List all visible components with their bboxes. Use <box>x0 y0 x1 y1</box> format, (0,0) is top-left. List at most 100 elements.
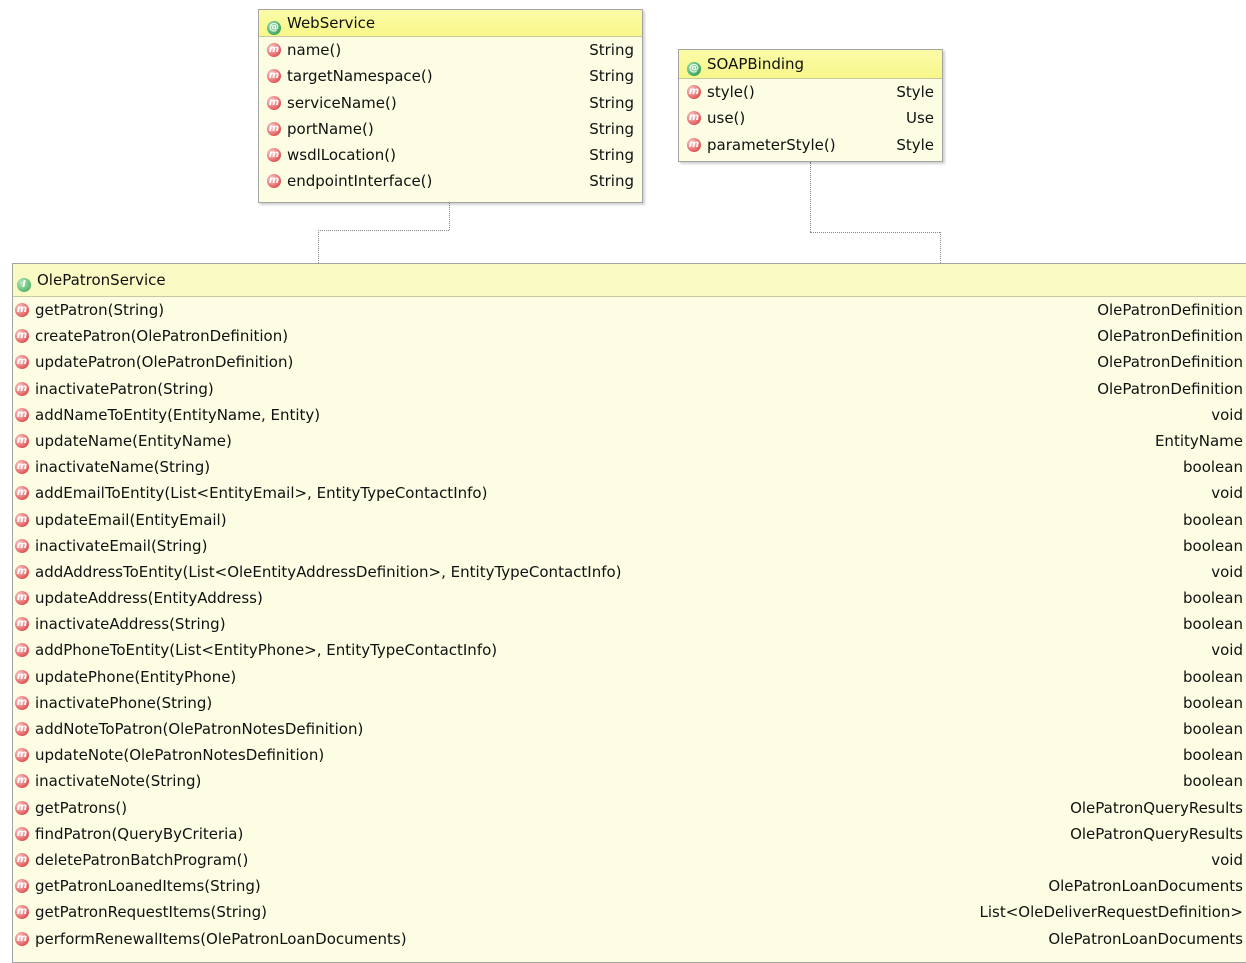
method-return-type: boolean <box>1183 667 1243 686</box>
olepatronservice-interface-box[interactable]: I OlePatronService m getPatron(String) OleP… <box>12 263 1246 963</box>
method-return-type: boolean <box>1183 458 1243 477</box>
method-row[interactable]: m inactivateEmail(String) boolean <box>13 533 1246 559</box>
method-row[interactable]: m serviceName() String <box>259 90 642 116</box>
method-row[interactable]: m parameterStyle() Style <box>679 132 942 158</box>
method-return-type: boolean <box>1183 693 1243 712</box>
method-row[interactable]: m addPhoneToEntity(List<EntityPhone>, Ent… <box>13 637 1246 663</box>
method-icon: m <box>15 643 29 658</box>
method-row[interactable]: m updatePatron(OlePatronDefinition) OlePat… <box>13 349 1246 375</box>
method-name: getPatronLoanedItems(String) <box>35 877 261 896</box>
soapbinding-methods: m style() Style m use() Use m parameterStyle() S… <box>679 79 942 158</box>
method-name: addAddressToEntity(List<OleEntityAddress… <box>35 562 622 581</box>
method-icon: m <box>267 95 281 110</box>
method-return-type: void <box>1211 850 1243 869</box>
method-row[interactable]: m inactivatePhone(String) boolean <box>13 690 1246 716</box>
method-row[interactable]: m findPatron(QueryByCriteria) OlePatronQue… <box>13 821 1246 847</box>
method-row[interactable]: m addNameToEntity(EntityName, Entity) void <box>13 402 1246 428</box>
method-row[interactable]: m updatePhone(EntityPhone) boolean <box>13 664 1246 690</box>
method-row[interactable]: m getPatrons() OlePatronQueryResults <box>13 795 1246 821</box>
connector-webservice-v2 <box>318 230 319 263</box>
method-name: updateAddress(EntityAddress) <box>35 589 263 608</box>
method-icon: m <box>15 433 29 448</box>
method-row[interactable]: m endpointInterface() String <box>259 168 642 194</box>
method-icon: m <box>15 931 29 946</box>
method-row[interactable]: m addNoteToPatron(OlePatronNotesDefinitio… <box>13 716 1246 742</box>
method-icon: m <box>15 591 29 606</box>
connector-soapbinding-h <box>810 232 940 233</box>
method-icon: m <box>267 174 281 189</box>
olepatronservice-header: I OlePatronService <box>13 264 1246 297</box>
soapbinding-annotation-box[interactable]: @ SOAPBinding m style() Style m use() Use m para… <box>678 49 943 162</box>
method-row[interactable]: m createPatron(OlePatronDefinition) OlePat… <box>13 323 1246 349</box>
connector-webservice-v1 <box>449 203 450 230</box>
olepatronservice-methods: m getPatron(String) OlePatronDefinition m cr… <box>13 297 1246 952</box>
method-icon: m <box>15 564 29 579</box>
method-row[interactable]: m portName() String <box>259 116 642 142</box>
method-return-type: boolean <box>1183 615 1243 634</box>
method-row[interactable]: m getPatronRequestItems(String) List<OleDe… <box>13 899 1246 925</box>
method-name: name() <box>287 41 342 59</box>
method-name: inactivateAddress(String) <box>35 615 226 634</box>
method-row[interactable]: m updateNote(OlePatronNotesDefinition) boo… <box>13 742 1246 768</box>
webservice-title: WebService <box>287 14 376 32</box>
method-row[interactable]: m addEmailToEntity(List<EntityEmail>, Ent… <box>13 480 1246 506</box>
method-name: updateName(EntityName) <box>35 431 232 450</box>
method-icon: m <box>15 381 29 396</box>
method-row[interactable]: m addAddressToEntity(List<OleEntityAddres… <box>13 559 1246 585</box>
method-row[interactable]: m updateName(EntityName) EntityName <box>13 428 1246 454</box>
method-name: addNameToEntity(EntityName, Entity) <box>35 405 321 424</box>
method-row[interactable]: m inactivateAddress(String) boolean <box>13 611 1246 637</box>
method-icon: m <box>687 111 701 126</box>
method-icon: m <box>15 695 29 710</box>
method-return-type: boolean <box>1183 746 1243 765</box>
method-row[interactable]: m getPatron(String) OlePatronDefinition <box>13 297 1246 323</box>
method-icon: m <box>15 538 29 553</box>
method-row[interactable]: m wsdlLocation() String <box>259 142 642 168</box>
method-name: updateEmail(EntityEmail) <box>35 510 227 529</box>
method-return-type: boolean <box>1183 772 1243 791</box>
method-return-type: Use <box>905 109 934 128</box>
method-row[interactable]: m performRenewalItems(OlePatronLoanDocume… <box>13 926 1246 952</box>
method-return-type: String <box>589 41 634 59</box>
method-name: getPatrons() <box>35 798 128 817</box>
method-icon: m <box>15 852 29 867</box>
method-icon: m <box>15 512 29 527</box>
method-name: inactivatePhone(String) <box>35 693 213 712</box>
method-name: deletePatronBatchProgram() <box>35 850 249 869</box>
webservice-annotation-box[interactable]: @ WebService m name() String m targetNamespac… <box>258 9 643 203</box>
olepatronservice-title: OlePatronService <box>37 271 166 289</box>
method-icon: m <box>15 617 29 632</box>
webservice-methods: m name() String m targetNamespace() String m se… <box>259 37 642 195</box>
method-row[interactable]: m targetNamespace() String <box>259 63 642 89</box>
method-row[interactable]: m inactivateName(String) boolean <box>13 454 1246 480</box>
method-icon: m <box>15 486 29 501</box>
method-row[interactable]: m updateAddress(EntityAddress) boolean <box>13 585 1246 611</box>
method-row[interactable]: m name() String <box>259 37 642 63</box>
method-row[interactable]: m use() Use <box>679 105 942 131</box>
webservice-header: @ WebService <box>259 10 642 37</box>
method-return-type: String <box>589 93 634 112</box>
method-return-type: OlePatronLoanDocuments <box>1048 929 1243 948</box>
method-row[interactable]: m deletePatronBatchProgram() void <box>13 847 1246 873</box>
method-return-type: OlePatronDefinition <box>1097 301 1243 319</box>
method-icon: m <box>15 669 29 684</box>
method-row[interactable]: m inactivatePatron(String) OlePatronDefini… <box>13 376 1246 402</box>
annotation-icon: @ <box>687 62 701 76</box>
method-name: updatePhone(EntityPhone) <box>35 667 237 686</box>
method-name: targetNamespace() <box>287 67 433 86</box>
method-icon: m <box>15 905 29 920</box>
method-icon: m <box>15 748 29 763</box>
method-row[interactable]: m inactivateNote(String) boolean <box>13 768 1246 794</box>
method-row[interactable]: m getPatronLoanedItems(String) OlePatronLo… <box>13 873 1246 899</box>
method-name: inactivateEmail(String) <box>35 536 208 555</box>
method-name: inactivateName(String) <box>35 458 211 477</box>
method-return-type: boolean <box>1183 510 1243 529</box>
method-icon: m <box>15 800 29 815</box>
method-row[interactable]: m updateEmail(EntityEmail) boolean <box>13 507 1246 533</box>
method-row[interactable]: m style() Style <box>679 79 942 105</box>
method-return-type: List<OleDeliverRequestDefinition> <box>979 903 1243 922</box>
method-return-type: String <box>589 146 634 164</box>
method-return-type: String <box>589 172 634 191</box>
method-icon: m <box>15 879 29 894</box>
method-return-type: OlePatronLoanDocuments <box>1048 877 1243 896</box>
